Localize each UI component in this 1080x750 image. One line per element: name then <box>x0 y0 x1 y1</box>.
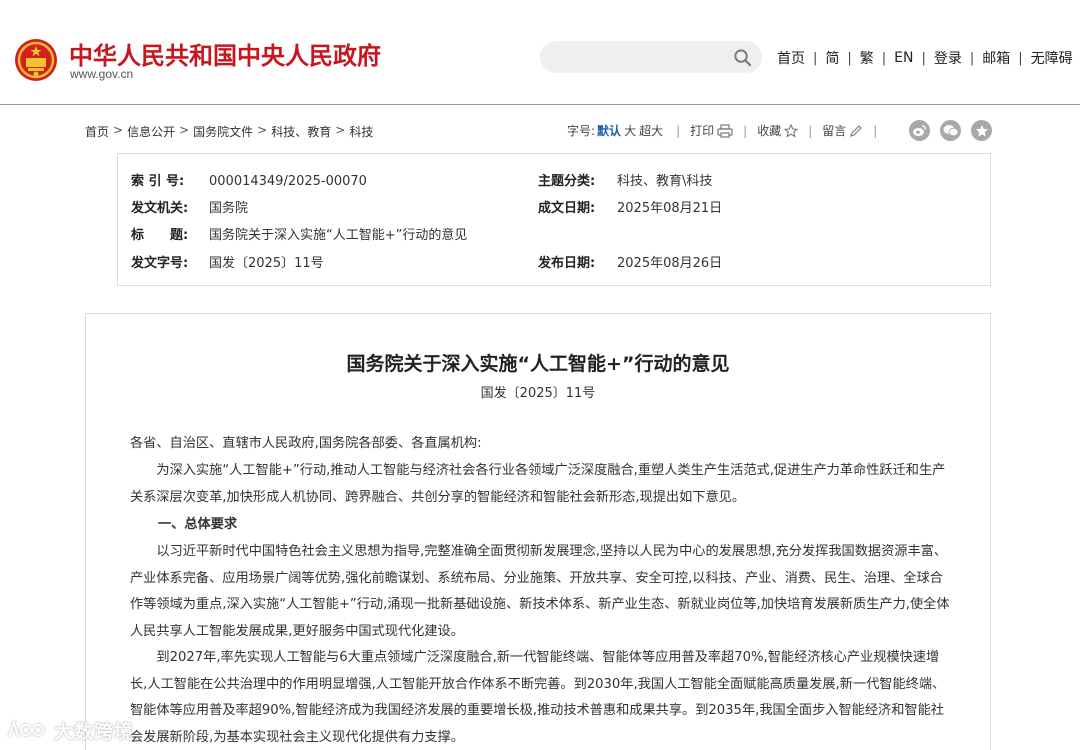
nav-mail[interactable]: 邮箱 <box>982 48 1010 68</box>
meta-docno: 发文字号: 国发〔2025〕11号 <box>131 252 324 271</box>
top-nav: 首页 | 简 | 繁 | EN | 登录 | 邮箱 | 无障碍 <box>777 48 1073 68</box>
meta-written-label: 成文日期: <box>538 201 596 216</box>
meta-issuer-label: 发文机关: <box>131 201 189 216</box>
nav-separator: | <box>969 50 975 66</box>
meta-published-value: 2025年08月26日 <box>617 256 723 271</box>
breadcrumb-sci-edu[interactable]: 科技、教育 <box>271 123 331 140</box>
meta-published-label: 发布日期: <box>538 256 596 271</box>
toolbar-separator: | <box>873 123 878 138</box>
breadcrumb: 首页 > 信息公开 > 国务院文件 > 科技、教育 > 科技 <box>85 123 373 140</box>
article-paragraph: 以习近平新时代中国特色社会主义思想为指导,完整准确全面贯彻新发展理念,坚持以人民… <box>130 544 950 639</box>
toolbar-separator: | <box>743 123 748 138</box>
national-emblem-icon[interactable] <box>14 38 58 82</box>
article-title: 国务院关于深入实施“人工智能+”行动的意见 <box>346 353 730 375</box>
meta-title: 标 题: 国务院关于深入实施“人工智能+”行动的意见 <box>131 224 467 243</box>
meta-docno-value: 国发〔2025〕11号 <box>209 256 324 271</box>
nav-separator: | <box>1018 50 1023 66</box>
meta-issuer-value: 国务院 <box>209 201 249 216</box>
print-label: 打印 <box>690 124 715 138</box>
favorite-label: 收藏 <box>757 124 782 138</box>
site-url: www.gov.cn <box>70 67 134 81</box>
search-input[interactable] <box>554 47 724 67</box>
meta-topic-value: 科技、教育\科技 <box>617 174 713 189</box>
nav-separator: | <box>881 50 887 66</box>
qzone-share-icon[interactable] <box>971 120 992 141</box>
nav-simplified[interactable]: 简 <box>825 48 839 68</box>
font-size-default[interactable]: 默认 <box>597 122 621 139</box>
breadcrumb-arrow: > <box>335 123 346 137</box>
breadcrumb-arrow: > <box>179 123 190 137</box>
article-paragraph: 为深入实施“人工智能+”行动,推动人工智能与经济社会各行业各领域广泛深度融合,重… <box>130 463 946 505</box>
nav-accessibility[interactable]: 无障碍 <box>1031 48 1073 68</box>
comment-button[interactable]: 留言 <box>822 122 863 139</box>
meta-index-label: 索 引 号: <box>131 174 185 189</box>
nav-login[interactable]: 登录 <box>934 48 962 68</box>
breadcrumb-tech[interactable]: 科技 <box>349 123 373 140</box>
comment-label: 留言 <box>822 124 847 138</box>
weibo-share-icon[interactable] <box>909 120 930 141</box>
toolbar-separator: | <box>808 123 813 138</box>
nav-home[interactable]: 首页 <box>777 48 805 68</box>
printer-icon <box>717 123 733 138</box>
site-title[interactable]: 中华人民共和国中央人民政府 <box>69 36 381 71</box>
nav-separator: | <box>847 50 852 66</box>
header-divider <box>0 104 1080 105</box>
weibo-icon <box>913 125 927 136</box>
meta-topic-label: 主题分类: <box>538 174 596 189</box>
meta-index: 索 引 号: 000014349/2025-00070 <box>131 170 367 189</box>
breadcrumb-arrow: > <box>113 123 124 137</box>
nav-english[interactable]: EN <box>894 50 913 66</box>
meta-topic: 主题分类: 科技、教育\科技 <box>538 170 712 189</box>
pencil-icon <box>850 124 863 137</box>
wechat-share-icon[interactable] <box>940 120 961 141</box>
toolbar-separator: | <box>676 123 681 138</box>
font-size-large[interactable]: 大 <box>624 122 636 139</box>
search-icon[interactable] <box>733 48 752 67</box>
breadcrumb-arrow: > <box>257 123 268 137</box>
meta-docno-label: 发文字号: <box>131 256 189 271</box>
article-paragraph: 到2027年,率先实现人工智能与6大重点领域广泛深度融合,新一代智能终端、智能体… <box>130 650 946 745</box>
print-button[interactable]: 打印 <box>690 122 733 139</box>
article-doc-number: 国发〔2025〕11号 <box>480 386 596 401</box>
qzone-star-icon <box>975 124 988 136</box>
watermark: 大数跨境 <box>6 715 134 745</box>
breadcrumb-home[interactable]: 首页 <box>85 123 109 140</box>
section-heading: 一、总体要求 <box>158 517 238 532</box>
font-size-xlarge[interactable]: 超大 <box>639 122 663 139</box>
article-toolbar: 字号: 默认 大 超大 | 打印 | 收藏 | 留言 | <box>567 122 887 139</box>
meta-written-value: 2025年08月21日 <box>617 201 723 216</box>
search-box[interactable] <box>540 41 762 73</box>
nav-separator: | <box>813 50 818 66</box>
watermark-text: 大数跨境 <box>54 720 135 743</box>
meta-written-date: 成文日期: 2025年08月21日 <box>538 197 722 216</box>
meta-title-label: 标 题: <box>131 228 189 243</box>
site-header: 中华人民共和国中央人民政府 www.gov.cn 首页 | 简 | 繁 | EN… <box>0 0 1080 106</box>
article-salutation: 各省、自治区、直辖市人民政府,国务院各部委、各直属机构: <box>130 436 482 451</box>
meta-published-date: 发布日期: 2025年08月26日 <box>538 252 722 271</box>
wechat-icon <box>943 125 958 137</box>
nav-traditional[interactable]: 繁 <box>860 48 874 68</box>
breadcrumb-state-council-docs[interactable]: 国务院文件 <box>193 123 253 140</box>
meta-index-value: 000014349/2025-00070 <box>209 174 367 189</box>
font-size-label: 字号: <box>567 124 596 138</box>
breadcrumb-info-disclosure[interactable]: 信息公开 <box>127 123 175 140</box>
star-icon <box>784 123 799 138</box>
watermark-logo-icon <box>7 719 45 738</box>
favorite-button[interactable]: 收藏 <box>757 122 799 139</box>
meta-title-value: 国务院关于深入实施“人工智能+”行动的意见 <box>209 228 468 243</box>
nav-separator: | <box>921 50 926 66</box>
meta-issuer: 发文机关: 国务院 <box>131 197 248 216</box>
